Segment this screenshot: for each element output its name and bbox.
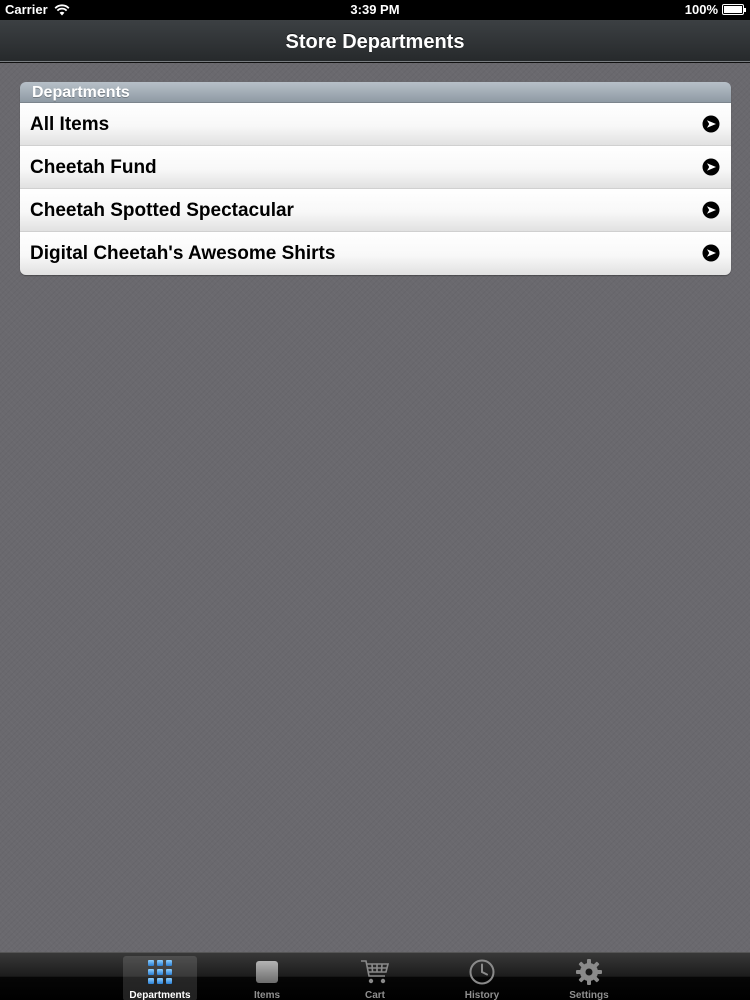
row-label: Digital Cheetah's Awesome Shirts <box>30 243 336 264</box>
gear-icon <box>576 959 602 985</box>
departments-table: Departments All Items Cheetah Fund Cheet… <box>20 82 731 275</box>
square-icon <box>256 961 278 983</box>
disclosure-arrow-icon[interactable] <box>702 201 720 219</box>
department-row-cheetah-fund[interactable]: Cheetah Fund <box>20 146 731 189</box>
battery-percent: 100% <box>684 2 718 17</box>
department-row-cheetah-spotted-spectacular[interactable]: Cheetah Spotted Spectacular <box>20 189 731 232</box>
status-time: 3:39 PM <box>350 2 400 17</box>
tab-cart[interactable]: Cart <box>338 956 412 1000</box>
status-right: 100% <box>684 2 746 17</box>
department-row-digital-cheetah-shirts[interactable]: Digital Cheetah's Awesome Shirts <box>20 232 731 275</box>
tab-label: History <box>464 990 500 1000</box>
row-label: Cheetah Fund <box>30 157 157 178</box>
section-header-departments: Departments <box>20 82 731 103</box>
row-label: Cheetah Spotted Spectacular <box>30 200 294 221</box>
disclosure-arrow-icon[interactable] <box>702 244 720 262</box>
grid-icon <box>148 960 172 984</box>
tab-departments[interactable]: Departments <box>123 956 197 1000</box>
tab-label: Cart <box>364 990 385 1000</box>
tab-items[interactable]: Items <box>230 956 304 1000</box>
cart-icon <box>361 960 390 984</box>
page-title: Store Departments <box>285 31 465 53</box>
status-bar: Carrier 3:39 PM 100% <box>0 0 750 20</box>
tab-label: Departments <box>129 990 191 1000</box>
tab-bar: Departments Items Cart History Settings <box>0 952 750 1000</box>
clock-icon <box>469 959 495 985</box>
department-row-all-items[interactable]: All Items <box>20 103 731 146</box>
tab-history[interactable]: History <box>445 956 519 1000</box>
battery-icon <box>722 4 746 15</box>
row-label: All Items <box>30 114 110 135</box>
navigation-bar: Store Departments <box>0 20 750 63</box>
tab-label: Items <box>253 990 281 1000</box>
tab-label: Settings <box>569 990 609 1000</box>
disclosure-arrow-icon[interactable] <box>702 158 720 176</box>
disclosure-arrow-icon[interactable] <box>702 115 720 133</box>
tab-settings[interactable]: Settings <box>552 956 626 1000</box>
